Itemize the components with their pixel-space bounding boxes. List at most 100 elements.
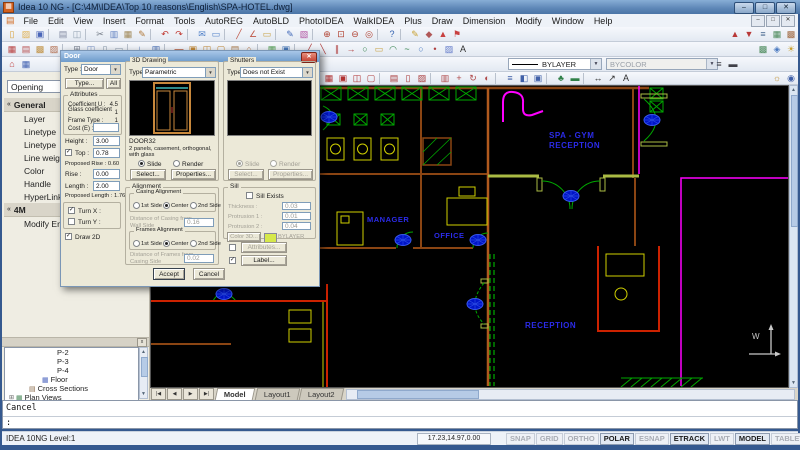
toolbar-icon[interactable] xyxy=(150,29,157,40)
toolbar-icon[interactable] xyxy=(495,73,502,84)
rectangle-icon[interactable]: ▭ xyxy=(260,28,274,40)
save-icon[interactable]: ▣ xyxy=(33,28,47,40)
scroll-down-icon[interactable]: ▼ xyxy=(790,379,797,387)
ab-label-icon[interactable]: A xyxy=(619,72,633,84)
properties-button[interactable]: Properties... xyxy=(171,169,216,180)
tab-nav-button[interactable]: ▶| xyxy=(199,388,214,400)
toolbar-icon[interactable] xyxy=(275,29,282,40)
casing-center-radio[interactable] xyxy=(163,202,170,209)
status-toggle[interactable]: GRID xyxy=(536,433,563,445)
menu-item[interactable]: Modify xyxy=(510,16,547,26)
casing-2nd-radio[interactable] xyxy=(190,202,197,209)
paint-icon[interactable]: ▧ xyxy=(297,28,311,40)
turn-x-checkbox[interactable]: ✓ xyxy=(68,207,75,214)
menu-item[interactable]: AutoBLD xyxy=(248,16,294,26)
scrollbar-thumb[interactable] xyxy=(791,95,798,227)
building-icon[interactable]: ▦ xyxy=(5,43,19,55)
label-button[interactable]: Label... xyxy=(241,255,287,266)
ab-wall-icon[interactable]: ▦ xyxy=(322,72,336,84)
slide-radio[interactable] xyxy=(138,160,145,167)
status-toggle[interactable]: SNAP xyxy=(506,433,535,445)
status-toggle[interactable]: ORTHO xyxy=(564,433,599,445)
mdi-control-button[interactable]: – xyxy=(751,15,765,27)
window-control-button[interactable]: – xyxy=(734,2,754,14)
attributes-checkbox[interactable] xyxy=(229,244,236,251)
alert-icon[interactable]: ▲ xyxy=(436,28,450,40)
new-icon[interactable]: ▯ xyxy=(5,28,19,40)
pencil-icon[interactable]: ✎ xyxy=(283,28,297,40)
layout-tab[interactable]: Layout2 xyxy=(299,388,344,400)
ab-column-icon[interactable]: ▯ xyxy=(401,72,415,84)
chevron-down-icon[interactable]: ▼ xyxy=(205,68,215,77)
sill-exists-checkbox[interactable] xyxy=(246,192,253,199)
door-type-dropdown[interactable]: Door ▼ xyxy=(81,64,121,75)
match-properties-icon[interactable]: ✎ xyxy=(135,28,149,40)
mdi-control-button[interactable]: □ xyxy=(766,15,780,27)
draw-arc-icon[interactable]: ◠ xyxy=(386,43,400,55)
sketch-icon[interactable]: ✎ xyxy=(408,28,422,40)
tree-item[interactable]: ▤ Cross Sections xyxy=(5,384,138,393)
chevron-down-icon[interactable]: ▼ xyxy=(590,59,601,69)
cut-icon[interactable]: ✂ xyxy=(93,28,107,40)
zoom-extents-icon[interactable]: ◎ xyxy=(362,28,376,40)
mdi-control-button[interactable]: ✕ xyxy=(781,15,795,27)
ab-mirror-icon[interactable]: ◐ xyxy=(480,72,494,84)
ab-car-icon[interactable]: ▬ xyxy=(568,72,582,84)
chevron-down-icon[interactable]: ▼ xyxy=(302,68,312,77)
status-toggle[interactable]: MODEL xyxy=(735,433,770,445)
render-radio[interactable] xyxy=(173,160,180,167)
draw-circle-icon[interactable]: ○ xyxy=(358,43,372,55)
scroll-down-icon[interactable]: ▼ xyxy=(140,390,147,398)
scroll-up-icon[interactable]: ▲ xyxy=(140,348,147,356)
frames-1st-radio[interactable] xyxy=(133,240,140,247)
line-icon[interactable]: ╱ xyxy=(232,28,246,40)
menu-item[interactable]: Edit xyxy=(43,16,69,26)
toolbar-icon[interactable] xyxy=(187,29,194,40)
length-field[interactable]: 2.00 xyxy=(93,181,120,191)
tree-item[interactable]: P-4 xyxy=(5,366,138,375)
menu-item[interactable]: Plus xyxy=(399,16,427,26)
sun-icon[interactable]: ☀ xyxy=(784,43,798,55)
ab-tree-icon[interactable]: ♣ xyxy=(554,72,568,84)
ab-door-icon[interactable]: ▣ xyxy=(336,72,350,84)
tab-nav-button[interactable]: ▶ xyxy=(183,388,198,400)
toolbar-icon[interactable] xyxy=(85,29,92,40)
open-icon[interactable]: ▨ xyxy=(19,28,33,40)
toolbar-icon[interactable] xyxy=(470,43,756,55)
toolbar-icon[interactable] xyxy=(400,29,407,40)
window-control-button[interactable]: □ xyxy=(755,2,775,14)
linestyle-icon[interactable]: ▬ xyxy=(726,58,740,70)
floors-icon[interactable]: ▤ xyxy=(19,43,33,55)
view-icon[interactable]: ◈ xyxy=(770,43,784,55)
cost-field[interactable] xyxy=(93,123,119,132)
menu-item[interactable]: AutoREG xyxy=(200,16,248,26)
layers-icon[interactable]: ≡ xyxy=(756,28,770,40)
status-toggle[interactable]: TABLET xyxy=(771,433,800,445)
frames-2nd-radio[interactable] xyxy=(190,240,197,247)
ab-sun-icon[interactable]: ☼ xyxy=(770,72,784,84)
print-icon[interactable]: ▤ xyxy=(56,28,70,40)
undo-icon[interactable]: ↶ xyxy=(158,28,172,40)
toolbar-icon[interactable] xyxy=(312,29,319,40)
properties-icon[interactable]: ▦ xyxy=(770,28,784,40)
frames-center-radio[interactable] xyxy=(163,240,170,247)
cancel-button[interactable]: Cancel xyxy=(193,268,225,280)
all-button[interactable]: All xyxy=(106,78,121,89)
menu-item[interactable]: File xyxy=(19,16,44,26)
draw-spline-icon[interactable]: ~ xyxy=(400,43,414,55)
shutters-type-dropdown[interactable]: Does not Exist ▼ xyxy=(240,67,313,78)
height-field[interactable]: 3.00 xyxy=(93,136,120,146)
scroll-up-icon[interactable]: ▲ xyxy=(790,86,797,94)
scrollbar-thumb[interactable] xyxy=(141,357,148,377)
window-control-button[interactable]: ✕ xyxy=(776,2,796,14)
house-tool-icon[interactable]: ⌂ xyxy=(5,58,19,70)
draw-2d-checkbox[interactable]: ✓ xyxy=(65,233,72,240)
command-line[interactable]: Cancel : xyxy=(2,400,798,429)
canvas-vertical-scrollbar[interactable]: ▲ ▼ xyxy=(789,85,798,388)
draw-rect-icon[interactable]: ▭ xyxy=(372,43,386,55)
toolbar-icon[interactable] xyxy=(583,73,590,84)
zones-icon[interactable]: ▩ xyxy=(33,43,47,55)
toolbar-icon[interactable] xyxy=(633,72,770,84)
ab-move-icon[interactable]: + xyxy=(452,72,466,84)
tree-item[interactable]: P-2 xyxy=(5,348,138,357)
